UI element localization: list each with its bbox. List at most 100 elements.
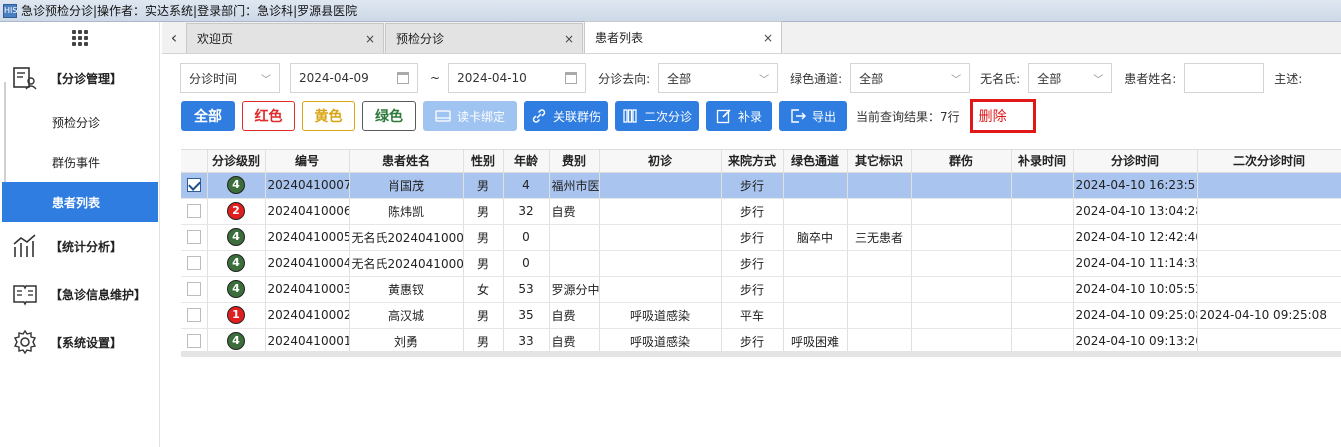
link-icon (532, 109, 546, 123)
sidebar-item-patient-list[interactable]: 患者列表 (2, 182, 158, 222)
date-to-field[interactable]: 2024-04-10 (448, 63, 587, 93)
title-bar: HIS 急诊预检分诊|操作者：实达系统|登录部门：急诊科|罗源县医院 (0, 0, 1341, 22)
cell-age: 0 (503, 250, 550, 277)
filter-red-button[interactable]: 红色 (242, 101, 295, 131)
column-header[interactable]: 编号 (265, 150, 350, 173)
nav-group-settings[interactable]: 【系统设置】 (0, 322, 160, 362)
column-header[interactable]: 性别 (463, 150, 504, 173)
cell-id: 20240410007 (265, 172, 350, 199)
column-header[interactable]: 年龄 (503, 150, 550, 173)
read-card-button[interactable]: 读卡绑定 (423, 101, 517, 131)
calendar-icon[interactable] (565, 72, 578, 84)
cell-sex: 男 (463, 224, 504, 251)
button-label: 读卡绑定 (456, 109, 505, 124)
cell-name: 高汉城 (349, 302, 464, 329)
cell-other (847, 302, 912, 329)
column-header[interactable]: 补录时间 (1011, 150, 1074, 173)
date-separator: ~ (430, 71, 441, 85)
cell-triage-time: 2024-04-10 12:42:40 (1073, 224, 1198, 251)
table-row[interactable]: 1 20240410002 高汉城男 35 自费 呼吸道感染 平车 2024-04-10 09… (181, 302, 1341, 329)
column-header[interactable]: 费别 (549, 150, 600, 173)
column-header[interactable]: 绿色通道 (783, 150, 848, 173)
triage-level-badge: 4 (227, 176, 245, 194)
anonymous-select[interactable]: 全部 ﹀ (1028, 63, 1113, 93)
window-title: 急诊预检分诊|操作者：实达系统|登录部门：急诊科|罗源县医院 (21, 4, 358, 18)
time-type-select[interactable]: 分诊时间 ﹀ (180, 63, 280, 93)
column-header[interactable]: 分诊时间 (1073, 150, 1198, 173)
row-checkbox[interactable] (186, 334, 201, 349)
table-row[interactable]: 4 20240410005 无名氏20240410005 男 0 步行 脑卒中 三无患者 202… (181, 224, 1341, 251)
row-checkbox[interactable] (186, 256, 201, 271)
delete-button[interactable]: 删除 (969, 99, 1036, 133)
dest-select[interactable]: 全部 ﹀ (658, 63, 779, 93)
cell-supp (1011, 302, 1074, 329)
horizontal-scrollbar[interactable] (181, 351, 1341, 357)
row-checkbox[interactable] (186, 230, 201, 245)
second-triage-button[interactable]: 二次分诊 (615, 101, 699, 131)
cell-green (783, 198, 848, 225)
dest-label: 分诊去向: (598, 71, 651, 86)
cell-arrival: 平车 (721, 302, 784, 329)
filter-green-button[interactable]: 绿色 (362, 101, 416, 131)
select-value: 分诊时间 (189, 71, 238, 86)
row-checkbox[interactable] (186, 204, 201, 219)
chevron-left-icon[interactable]: ‹ (162, 21, 186, 53)
sidebar-item-label: 群伤事件 (52, 155, 101, 170)
sidebar-item-mass-casualty[interactable]: 群伤事件 (2, 142, 158, 182)
link-mass-casualty-button[interactable]: 关联群伤 (524, 101, 608, 131)
triage-level-cell: 4 (207, 224, 266, 251)
select-value: 全部 (1037, 71, 1062, 86)
close-icon[interactable]: × (564, 32, 574, 46)
column-header[interactable]: 患者姓名 (349, 150, 464, 173)
table-header-row: 分诊级别 编号 患者姓名 性别 年龄 费别 初诊 来院方式 绿色通道 其它标识 … (181, 150, 1341, 173)
cell-age: 0 (503, 224, 550, 251)
row-checkbox[interactable] (186, 308, 201, 323)
column-header[interactable]: 二次分诊时间 (1197, 150, 1341, 173)
close-icon[interactable]: × (365, 32, 375, 46)
column-header (181, 150, 208, 173)
cell-second (1197, 224, 1341, 251)
column-header[interactable]: 其它标识 (847, 150, 912, 173)
menu-grid-icon[interactable] (72, 30, 88, 46)
triage-level-badge: 1 (227, 306, 245, 324)
date-from-field[interactable]: 2024-04-09 (290, 63, 418, 93)
patient-name-input[interactable] (1184, 63, 1265, 93)
table-row[interactable]: 4 20240410004 无名氏20240410004 男 0 步行 2024-04-10… (181, 250, 1341, 277)
supplement-button[interactable]: 补录 (706, 101, 772, 131)
row-checkbox[interactable] (186, 178, 201, 193)
column-header[interactable]: 来院方式 (721, 150, 784, 173)
button-label: 导出 (811, 109, 836, 124)
cell-fee: 福州市医 (549, 172, 600, 199)
filter-all-button[interactable]: 全部 (181, 101, 235, 131)
nav-group-statistics[interactable]: 【统计分析】 (0, 226, 160, 266)
row-checkbox[interactable] (186, 282, 201, 297)
sidebar-item-triage[interactable]: 预检分诊 (2, 102, 158, 142)
tab-patient-list[interactable]: 患者列表 × (584, 21, 782, 53)
calendar-icon[interactable] (397, 72, 409, 84)
triage-icon (13, 67, 37, 90)
table-row[interactable]: 4 20240410007 肖国茂男 4 福州市医 步行 2024-04-10 16:23:… (181, 172, 1341, 199)
nav-group-label: 【急诊信息维护】 (50, 287, 147, 302)
filter-yellow-button[interactable]: 黄色 (302, 101, 355, 131)
tab-triage[interactable]: 预检分诊 × (385, 23, 583, 53)
tab-welcome[interactable]: 欢迎页 × (186, 23, 384, 53)
table-row[interactable]: 4 20240410003 黄惠钗女 53 罗源分中 步行 2024-04-10 10:05… (181, 276, 1341, 303)
column-header[interactable]: 初诊 (599, 150, 722, 173)
cell-fee (549, 250, 600, 277)
cell-sex: 男 (463, 250, 504, 277)
tab-label: 预检分诊 (396, 32, 445, 46)
cell-sex: 男 (463, 172, 504, 199)
cell-triage-time: 2024-04-10 10:05:52 (1073, 276, 1198, 303)
column-header[interactable]: 分诊级别 (207, 150, 266, 173)
column-header[interactable]: 群伤 (911, 150, 1012, 173)
cell-arrival: 步行 (721, 250, 784, 277)
nav-group-triage[interactable]: 【分诊管理】 (0, 58, 160, 98)
export-button[interactable]: 导出 (779, 101, 847, 131)
close-icon[interactable]: × (763, 31, 773, 45)
nav-group-label: 【统计分析】 (50, 239, 123, 254)
green-channel-select[interactable]: 全部 ﹀ (850, 63, 971, 93)
cell-diag (599, 198, 722, 225)
nav-group-info-maintenance[interactable]: 【急诊信息维护】 (0, 274, 160, 314)
triage-level-badge: 4 (227, 228, 245, 246)
table-row[interactable]: 2 20240410006 陈炜凯男 32 自费 步行 2024-04-10 13:04:2… (181, 198, 1341, 225)
